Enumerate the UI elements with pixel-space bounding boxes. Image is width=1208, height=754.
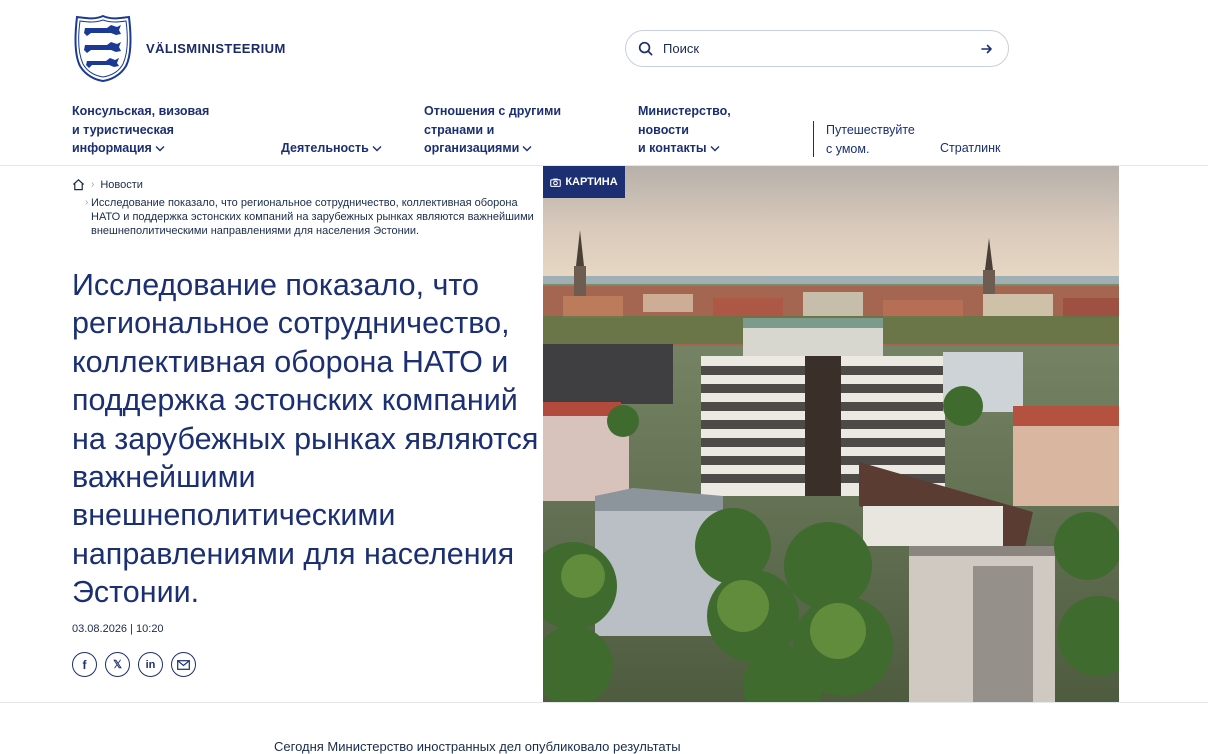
image-badge-label: КАРТИНА [565, 176, 618, 188]
publish-date: 03.08.2026 | 10:20 [72, 623, 164, 635]
nav-relations-line-3: организациями [424, 141, 520, 155]
share-facebook-button[interactable]: f [72, 652, 97, 677]
nav-stratlink[interactable]: Стратлинк [940, 139, 1000, 158]
nav-consular-line-1: Консульская, визовая [72, 104, 210, 118]
breadcrumb-current-label: Исследование показало, что региональное … [91, 197, 534, 237]
search-bar [625, 30, 1009, 67]
nav-consular[interactable]: Консульская, визовая и туристическая инф… [72, 102, 209, 158]
share-linkedin-button[interactable]: in [138, 652, 163, 677]
site-logo[interactable]: VÄLISMINISTEERIUM [72, 14, 286, 82]
camera-icon [550, 178, 562, 187]
nav-travel-line-2: с умом. [826, 141, 870, 156]
email-icon [177, 659, 190, 670]
home-icon[interactable] [72, 178, 85, 191]
facebook-icon: f [82, 657, 87, 672]
nav-ministry[interactable]: Министерство, новости и контакты [638, 102, 731, 158]
breadcrumb-link-news[interactable]: Новости [100, 178, 143, 192]
article-image[interactable] [543, 166, 1119, 702]
nav-ministry-line-2: новости [638, 122, 689, 137]
search-input[interactable] [661, 40, 976, 57]
linkedin-icon: in [145, 658, 156, 671]
arrow-right-icon [981, 44, 992, 53]
search-submit-button[interactable] [976, 38, 998, 60]
nav-relations-line-1: Отношения с другими [424, 104, 562, 118]
chevron-down-icon [522, 146, 532, 152]
share-email-button[interactable] [171, 652, 196, 677]
share-x-button[interactable]: 𝕏 [105, 652, 130, 677]
page-title: Исследование показало, что региональное … [72, 268, 539, 610]
chevron-down-icon [710, 146, 720, 152]
logo-text: VÄLISMINISTEERIUM [146, 40, 286, 56]
nav-activities-label: Деятельность [281, 141, 369, 155]
coat-of-arms-icon [74, 14, 132, 82]
nav-travel-line-1: Путешествуйте [826, 123, 915, 137]
nav-relations-line-2: странами и [424, 122, 495, 137]
breadcrumb-current: › Исследование показало, что регионально… [72, 196, 534, 238]
breadcrumb-separator-icon: › [85, 197, 89, 208]
x-icon: 𝕏 [113, 659, 122, 671]
share-buttons: f 𝕏 in [72, 652, 196, 677]
nav-ministry-line-3: и контакты [638, 141, 707, 155]
nav-relations[interactable]: Отношения с другими странами и организац… [424, 102, 561, 158]
chevron-down-icon [372, 146, 382, 152]
nav-travel-smart[interactable]: Путешествуйте с умом. [826, 121, 915, 158]
nav-consular-line-2: и туристическая [72, 122, 174, 137]
nav-divider [813, 121, 814, 157]
nav-stratlink-label: Стратлинк [940, 141, 1001, 155]
content-divider [0, 702, 1208, 703]
nav-consular-line-3: информация [72, 141, 152, 155]
nav-ministry-line-1: Министерство, [638, 104, 731, 118]
search-icon [638, 41, 653, 56]
breadcrumb: › Новости › Исследование показало, что р… [72, 178, 534, 238]
chevron-down-icon [155, 146, 165, 152]
breadcrumb-separator-icon: › [91, 179, 95, 190]
image-badge: КАРТИНА [543, 166, 625, 198]
article-body-start: Сегодня Министерство иностранных дел опу… [274, 739, 681, 754]
nav-activities[interactable]: Деятельность [281, 139, 382, 158]
city-aerial-photo [543, 166, 1119, 702]
